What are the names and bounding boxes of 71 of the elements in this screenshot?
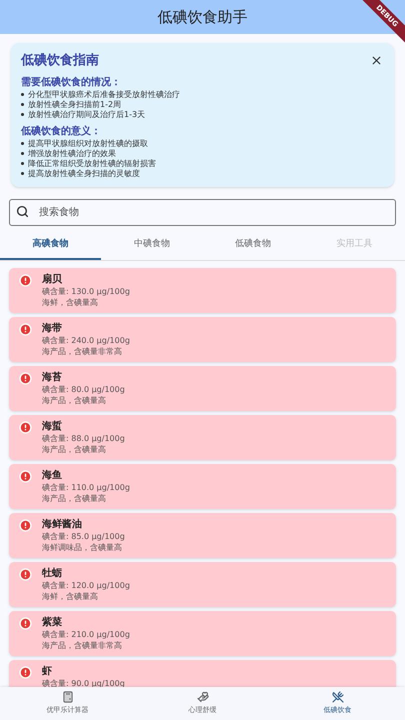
food-name: 海带 bbox=[42, 322, 63, 334]
food-card[interactable]: 海带 碘含量: 240.0 μg/100g 海产品，含碘量非常高 bbox=[9, 316, 396, 362]
food-note: 海鲜，含碘量高 bbox=[42, 296, 99, 308]
food-name: 海鱼 bbox=[42, 468, 63, 482]
bullet-icon bbox=[21, 172, 24, 175]
bullet-item: 放射性碘全身扫描前1-2周 bbox=[28, 100, 122, 110]
bullet-item: 提高甲状腺组织对放射性碘的摄取 bbox=[28, 138, 148, 148]
iodine-content: 碘含量: 110.0 μg/100g bbox=[42, 482, 130, 492]
iodine-content: 碘含量: 210.0 μg/100g bbox=[42, 628, 130, 640]
iodine-content: 碘含量: 240.0 μg/100g bbox=[42, 334, 130, 346]
alert-icon bbox=[19, 616, 32, 630]
bullet-icon bbox=[21, 162, 24, 165]
food-note: 海产品，含碘量高 bbox=[42, 444, 107, 454]
iodine-content: 碘含量: 88.0 μg/100g bbox=[42, 432, 125, 444]
bullet-icon bbox=[21, 93, 24, 96]
food-note: 海产品，含碘量非常高 bbox=[42, 346, 123, 356]
alert-icon bbox=[19, 518, 32, 532]
alert-icon bbox=[19, 420, 32, 434]
tab[interactable]: 高碘食物 bbox=[0, 232, 102, 260]
close-icon bbox=[370, 54, 383, 68]
food-card[interactable]: 紫菜 碘含量: 210.0 μg/100g 海产品，含碘量非常高 bbox=[9, 610, 396, 656]
alert-icon bbox=[19, 274, 32, 286]
food-name: 海鲜酱油 bbox=[42, 518, 83, 530]
section-heading: 低碘饮食的意义： bbox=[21, 124, 102, 138]
food-card[interactable]: 海蜇 碘含量: 88.0 μg/100g 海产品，含碘量高 bbox=[9, 414, 396, 460]
calculator-icon bbox=[62, 691, 74, 704]
food-name: 扇贝 bbox=[42, 272, 63, 286]
food-card[interactable]: 海鱼 碘含量: 110.0 μg/100g 海产品，含碘量高 bbox=[9, 464, 396, 508]
bullet-icon bbox=[21, 152, 24, 155]
alert-icon bbox=[19, 372, 32, 384]
bullet-icon bbox=[21, 113, 24, 116]
iodine-content: 碘含量: 130.0 μg/100g bbox=[42, 286, 130, 296]
section-heading: 需要低碘饮食的情况： bbox=[21, 76, 122, 90]
bullet-item: 增强放射性碘治疗的效果 bbox=[28, 148, 116, 158]
food-note: 海产品，含碘量高 bbox=[42, 394, 107, 406]
food-name: 虾 bbox=[42, 664, 53, 678]
iodine-content: 碘含量: 80.0 μg/100g bbox=[42, 384, 125, 394]
bullet-item: 提高放射性碘全身扫描的灵敏度 bbox=[28, 168, 140, 178]
food-card[interactable]: 虾 碘含量: 90.0 μg/100g bbox=[9, 660, 396, 687]
food-card[interactable]: 牡蛎 碘含量: 120.0 μg/100g 海鲜，含碘量高 bbox=[9, 562, 396, 606]
alert-icon bbox=[19, 470, 32, 482]
food-card[interactable]: 扇贝 碘含量: 130.0 μg/100g 海鲜，含碘量高 bbox=[9, 268, 396, 312]
food-note: 海产品，含碘量非常高 bbox=[42, 640, 123, 650]
app-title: 低碘饮食助手 bbox=[158, 6, 248, 28]
alert-icon bbox=[19, 568, 32, 580]
bullet-item: 分化型甲状腺癌术后准备接受放射性碘治疗 bbox=[28, 90, 180, 100]
alert-icon bbox=[19, 322, 32, 336]
guide-title: 低碘饮食指南 bbox=[21, 52, 99, 70]
tab[interactable]: 中碘食物 bbox=[101, 232, 202, 260]
bullet-item: 放射性碘治疗期间及治疗后1-3天 bbox=[28, 110, 146, 120]
hand-heart-icon bbox=[196, 691, 208, 704]
bullet-item: 降低正常组织受放射性碘的辐射损害 bbox=[28, 158, 156, 168]
bullet-icon bbox=[21, 103, 24, 106]
food-name: 牡蛎 bbox=[42, 566, 63, 580]
iodine-content: 碘含量: 90.0 μg/100g bbox=[42, 678, 125, 687]
food-card[interactable]: 海鲜酱油 碘含量: 85.0 μg/100g 海鲜调味品，含碘量高 bbox=[9, 512, 396, 558]
search-field[interactable]: 搜索食物 bbox=[9, 198, 396, 226]
food-name: 紫菜 bbox=[42, 616, 63, 628]
food-note: 海产品，含碘量高 bbox=[42, 492, 107, 504]
food-note: 海鲜，含碘量高 bbox=[42, 590, 99, 602]
food-note: 海鲜调味品，含碘量高 bbox=[42, 542, 123, 552]
search-icon bbox=[16, 204, 29, 218]
food-name: 海苔 bbox=[42, 370, 63, 384]
alert-icon bbox=[19, 666, 32, 678]
iodine-content: 碘含量: 85.0 μg/100g bbox=[42, 530, 125, 542]
food-card[interactable]: 海苔 碘含量: 80.0 μg/100g 海产品，含碘量高 bbox=[9, 366, 396, 410]
food-name: 海蜇 bbox=[42, 420, 63, 432]
tab[interactable]: 低碘食物 bbox=[202, 232, 304, 260]
iodine-content: 碘含量: 120.0 μg/100g bbox=[42, 580, 130, 590]
crossed-utensils-icon bbox=[332, 691, 344, 704]
bullet-icon bbox=[21, 142, 24, 145]
